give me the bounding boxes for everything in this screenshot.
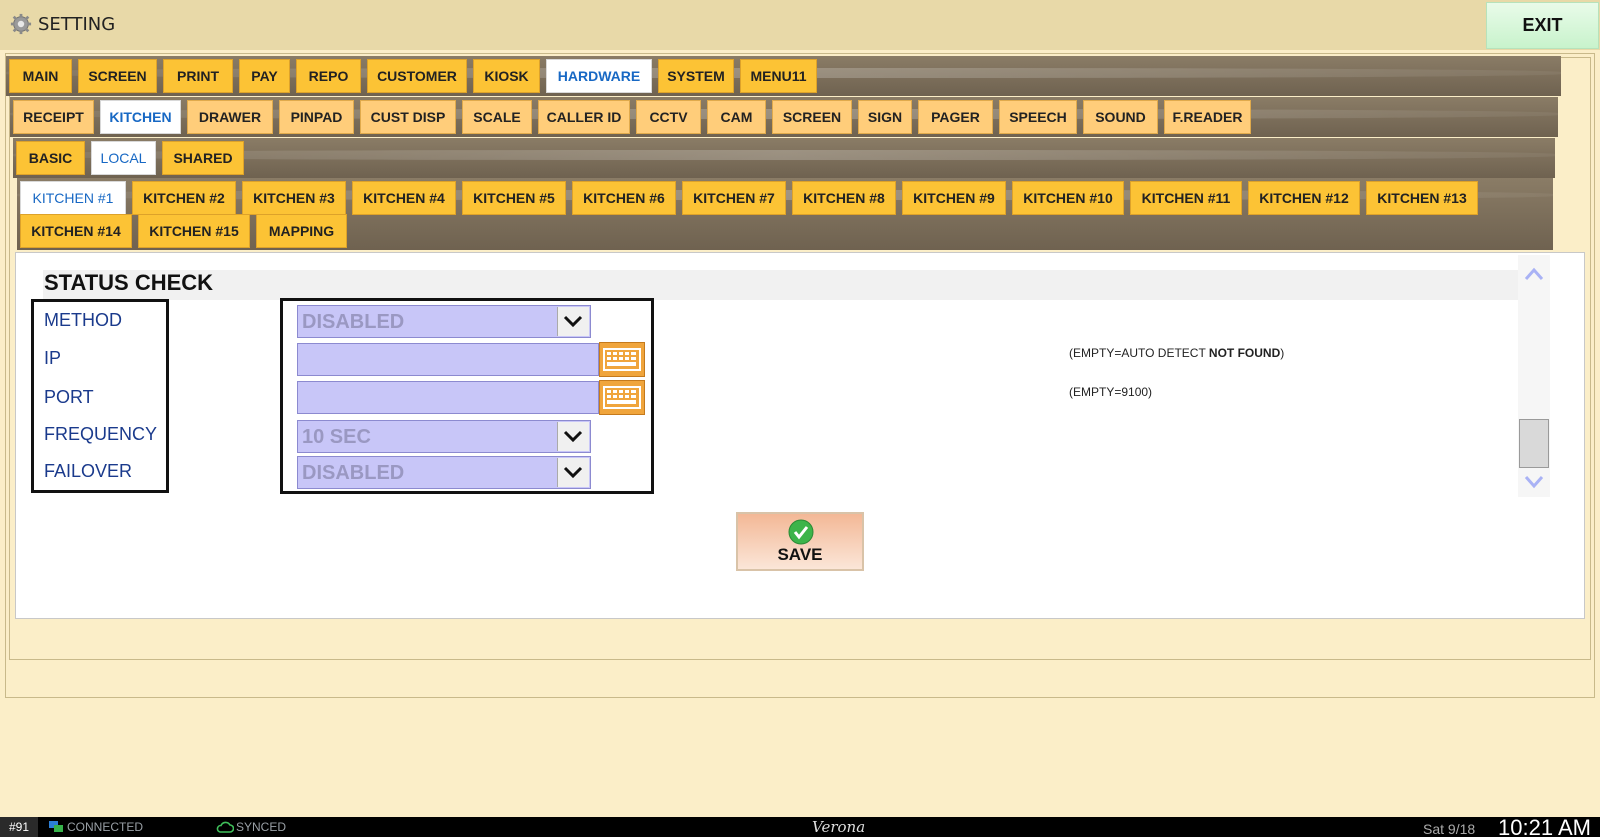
save-label: SAVE [777, 545, 823, 564]
network-icon [49, 821, 63, 832]
tab-hw-cam[interactable]: CAM [707, 100, 766, 134]
mode-tab-bar: BASIC LOCAL SHARED [13, 138, 1555, 178]
chevron-down-icon[interactable] [557, 422, 589, 451]
title-bar: SETTING EXIT [0, 0, 1600, 50]
scroll-down-icon[interactable] [1523, 473, 1545, 491]
failover-label: FAILOVER [44, 461, 133, 481]
tab-main-kiosk[interactable]: KIOSK [473, 59, 540, 93]
tab-kitchen-kitchen-1[interactable]: KITCHEN #1 [20, 181, 126, 215]
tab-hw-speech[interactable]: SPEECH [999, 100, 1077, 134]
store-name: Verona [812, 818, 866, 836]
tab-hw-sign[interactable]: SIGN [858, 100, 912, 134]
status-date: Sat 9/18 [1423, 821, 1476, 837]
checkmark-icon [788, 519, 814, 545]
chevron-down-icon[interactable] [557, 307, 589, 336]
tab-kitchen-kitchen-8[interactable]: KITCHEN #8 [792, 181, 896, 215]
ip-hint-suffix: ) [1280, 346, 1285, 360]
tab-hw-kitchen[interactable]: KITCHEN [100, 100, 181, 134]
frequency-select[interactable]: 10 SEC [297, 420, 591, 453]
port-input[interactable] [297, 381, 599, 414]
label-column: METHOD IP PORT FREQUENCY FAILOVER [31, 299, 169, 493]
status-bar: #91 CONNECTED SYNCED Verona Sat 9/18 10:… [0, 815, 1600, 837]
ip-hint: (EMPTY=AUTO DETECT NOT FOUND) [1069, 346, 1284, 360]
tab-kitchen-kitchen-15[interactable]: KITCHEN #15 [138, 214, 250, 248]
tab-main-print[interactable]: PRINT [163, 59, 233, 93]
tab-kitchen-kitchen-5[interactable]: KITCHEN #5 [462, 181, 566, 215]
field-column: DISABLED 10 SEC DISABLED [280, 298, 654, 494]
keyboard-icon[interactable] [599, 342, 645, 377]
tab-kitchen-kitchen-9[interactable]: KITCHEN #9 [902, 181, 1006, 215]
tab-kitchen-mapping[interactable]: MAPPING [256, 214, 347, 248]
tab-kitchen-kitchen-12[interactable]: KITCHEN #12 [1248, 181, 1360, 215]
tab-kitchen-kitchen-2[interactable]: KITCHEN #2 [132, 181, 236, 215]
tab-kitchen-kitchen-10[interactable]: KITCHEN #10 [1012, 181, 1124, 215]
status-time: 10:21 AM [1498, 815, 1591, 837]
tab-hw-sound[interactable]: SOUND [1083, 100, 1158, 134]
tab-main-customer[interactable]: CUSTOMER [367, 59, 467, 93]
tab-kitchen-kitchen-13[interactable]: KITCHEN #13 [1366, 181, 1478, 215]
sync-status: SYNCED [236, 820, 287, 834]
ip-label: IP [44, 348, 62, 368]
ip-hint-status: NOT FOUND [1208, 346, 1281, 360]
tab-hw-screen[interactable]: SCREEN [772, 100, 852, 134]
tab-main-pay[interactable]: PAY [239, 59, 290, 93]
ip-hint-prefix: (EMPTY=AUTO DETECT [1069, 346, 1209, 360]
tab-kitchen-kitchen-6[interactable]: KITCHEN #6 [572, 181, 676, 215]
exit-button[interactable]: EXIT [1486, 2, 1599, 49]
tab-hw-pager[interactable]: PAGER [918, 100, 993, 134]
scroll-up-icon[interactable] [1523, 265, 1545, 283]
tab-hw-pinpad[interactable]: PINPAD [279, 100, 354, 134]
tab-hw-caller-id[interactable]: CALLER ID [538, 100, 630, 134]
gear-icon [10, 13, 32, 35]
scrollbar[interactable] [1518, 255, 1550, 497]
tab-kitchen-kitchen-3[interactable]: KITCHEN #3 [242, 181, 346, 215]
method-label: METHOD [44, 310, 122, 330]
tab-kitchen-kitchen-11[interactable]: KITCHEN #11 [1130, 181, 1242, 215]
ip-input[interactable] [297, 343, 599, 376]
tab-hw-receipt[interactable]: RECEIPT [13, 100, 94, 134]
tab-mode-local[interactable]: LOCAL [91, 141, 156, 175]
tab-hw-cust-disp[interactable]: CUST DISP [360, 100, 456, 134]
tab-kitchen-kitchen-14[interactable]: KITCHEN #14 [20, 214, 132, 248]
method-value: DISABLED [302, 311, 405, 333]
frequency-value: 10 SEC [302, 426, 371, 448]
tab-main-menu11[interactable]: MENU11 [740, 59, 817, 93]
cloud-icon [216, 821, 234, 833]
frequency-label: FREQUENCY [44, 424, 158, 444]
failover-select[interactable]: DISABLED [297, 456, 591, 489]
tab-kitchen-kitchen-7[interactable]: KITCHEN #7 [682, 181, 786, 215]
failover-value: DISABLED [302, 462, 405, 484]
tab-main-hardware[interactable]: HARDWARE [546, 59, 652, 93]
tab-main-screen[interactable]: SCREEN [78, 59, 157, 93]
tab-hw-cctv[interactable]: CCTV [636, 100, 701, 134]
window-title: SETTING [38, 14, 116, 35]
tab-mode-basic[interactable]: BASIC [16, 141, 85, 175]
scroll-thumb[interactable] [1519, 419, 1549, 468]
port-label: PORT [44, 387, 94, 407]
main-tab-bar: MAIN SCREEN PRINT PAY REPO CUSTOMER KIOSK HARDW… [6, 56, 1561, 96]
save-button[interactable]: SAVE [736, 512, 864, 571]
station-number: #91 [0, 817, 38, 837]
connection-status: CONNECTED [67, 820, 144, 834]
keyboard-icon[interactable] [599, 380, 645, 415]
port-hint: (EMPTY=9100) [1069, 385, 1153, 399]
hardware-tab-bar: RECEIPT KITCHEN DRAWER PINPAD CUST DISP SCALE… [10, 97, 1558, 137]
chevron-down-icon[interactable] [557, 458, 589, 487]
kitchen-tab-bar: KITCHEN #1 KITCHEN #2 KITCHEN #3 KITCHEN #4… [17, 178, 1553, 250]
tab-main-main[interactable]: MAIN [9, 59, 72, 93]
tab-main-system[interactable]: SYSTEM [658, 59, 734, 93]
method-select[interactable]: DISABLED [297, 305, 591, 338]
tab-kitchen-kitchen-4[interactable]: KITCHEN #4 [352, 181, 456, 215]
tab-mode-shared[interactable]: SHARED [162, 141, 244, 175]
status-check-panel: STATUS CHECK METHOD IP PORT FREQUENCY FA… [15, 252, 1585, 619]
tab-hw-f-reader[interactable]: F.READER [1164, 100, 1251, 134]
tab-main-repo[interactable]: REPO [296, 59, 361, 93]
tab-hw-scale[interactable]: SCALE [462, 100, 532, 134]
section-header [43, 270, 1523, 300]
section-title: STATUS CHECK [44, 270, 214, 295]
tab-hw-drawer[interactable]: DRAWER [187, 100, 273, 134]
